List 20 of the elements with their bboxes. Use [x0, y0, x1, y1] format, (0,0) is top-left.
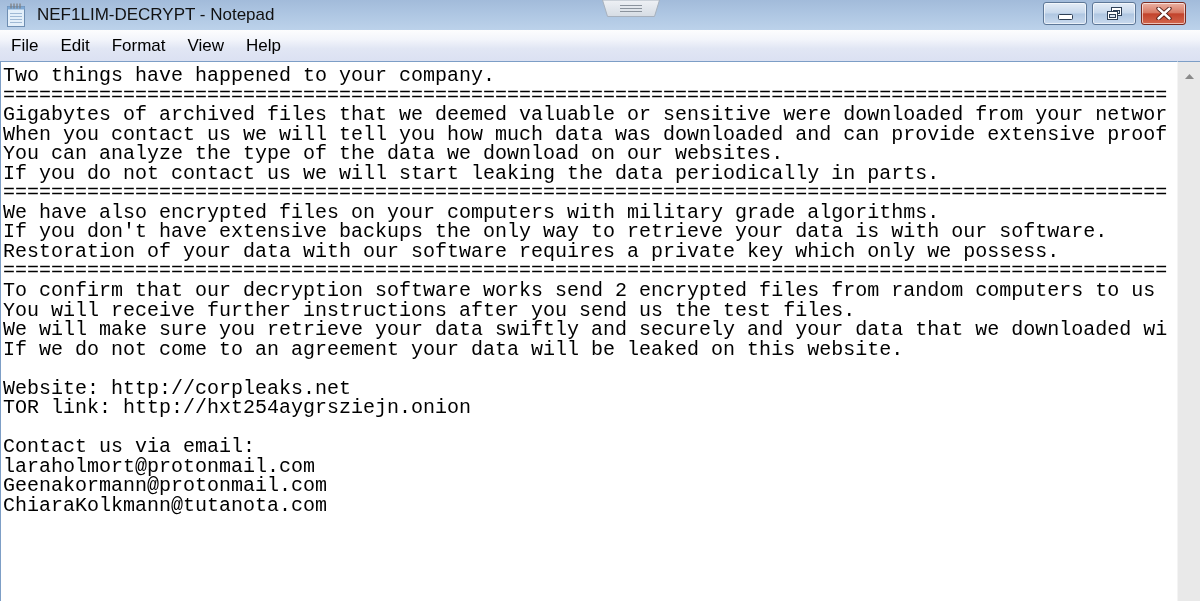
restore-button[interactable]	[1092, 2, 1136, 25]
minimize-icon	[1057, 14, 1073, 20]
drag-handle-icon[interactable]	[602, 0, 660, 17]
minimize-button[interactable]	[1043, 2, 1087, 25]
text-line: Two things have happened to your company.	[3, 64, 496, 84]
scroll-up-arrow-icon[interactable]	[1184, 74, 1194, 79]
menu-item[interactable]: View	[176, 30, 236, 61]
menu-item[interactable]: Help	[235, 30, 293, 61]
close-icon	[1155, 7, 1172, 20]
vertical-scrollbar[interactable]	[1177, 61, 1200, 601]
window-title: NEF1LIM-DECRYPT - Notepad	[37, 5, 275, 25]
close-button[interactable]	[1141, 2, 1186, 25]
menu-item[interactable]: Edit	[49, 30, 101, 61]
menu-item[interactable]: Format	[100, 30, 177, 61]
text-line: Contact us via email:	[3, 435, 256, 455]
restore-icon	[1106, 7, 1122, 20]
menu-item[interactable]: File	[0, 30, 50, 61]
notepad-icon	[6, 3, 26, 27]
text-editor[interactable]	[0, 61, 1177, 601]
text-line: ChiaraKolkmann@tutanota.com	[3, 494, 328, 514]
